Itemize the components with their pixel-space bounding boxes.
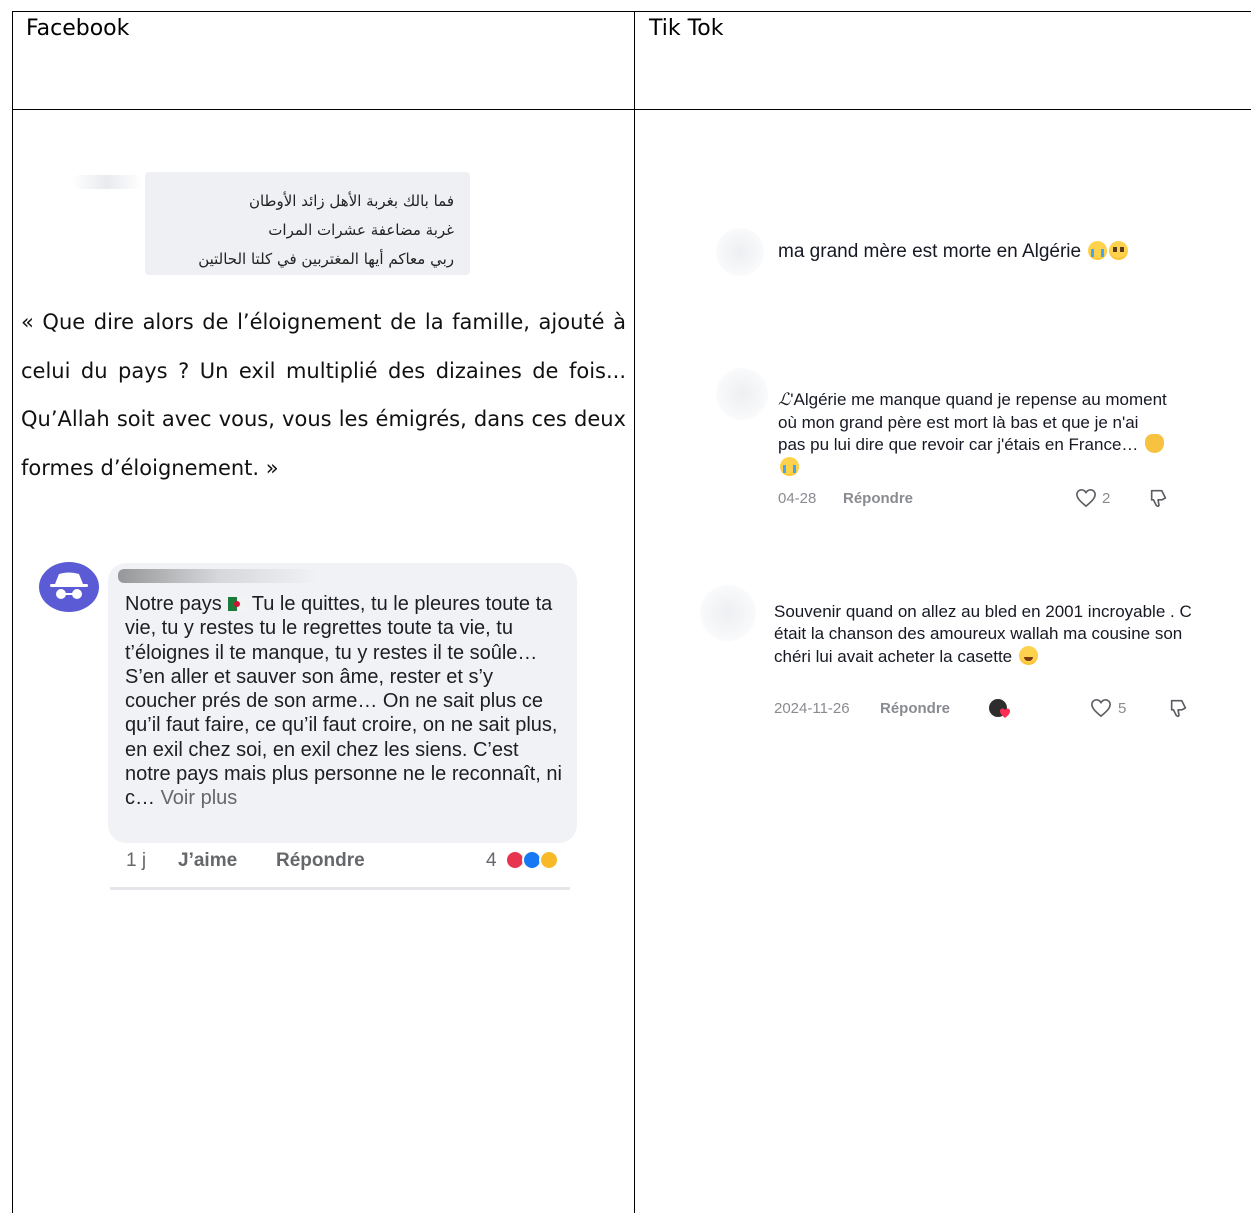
- arabic-comment-bubble: فما بالك بغربة الأهل زائد الأوطان غربة م…: [145, 172, 470, 275]
- tiktok-comment-2: ℒ'Algérie me manque quand je repense au …: [778, 389, 1168, 479]
- script-l-letter: ℒ: [778, 390, 791, 410]
- comment-divider: [110, 887, 570, 890]
- pleading-emoji-icon: [1109, 241, 1129, 260]
- comment-text-start: Notre pays: [125, 593, 222, 615]
- table-left-border: [12, 11, 13, 1213]
- like-button[interactable]: J’aime: [178, 850, 237, 872]
- crying-emoji-icon: [780, 456, 799, 476]
- algeria-flag-icon: [227, 597, 246, 611]
- reply-button[interactable]: Répondre: [276, 850, 365, 872]
- table-header-divider: [12, 109, 1251, 110]
- reaction-count: 4: [486, 850, 497, 871]
- tiktok-comment-2-reply-button[interactable]: Répondre: [843, 490, 913, 507]
- dislike-icon[interactable]: [1148, 487, 1170, 509]
- tiktok-comment-2-date: 04-28: [778, 490, 817, 507]
- facebook-comment-text: Notre pays Tu le quittes, tu le pleures t…: [125, 592, 565, 811]
- tiktok-comment-3-like-count: 5: [1118, 700, 1127, 717]
- laughing-emoji-icon: [1018, 645, 1038, 665]
- tiktok-comment-3-text: Souvenir quand on allez au bled en 2001 …: [774, 602, 1192, 666]
- heart-icon[interactable]: [1075, 488, 1097, 508]
- tiktok-comment-3-reply-button[interactable]: Répondre: [880, 700, 950, 717]
- arabic-comment-line-1: فما بالك بغربة الأهل زائد الأوطان: [248, 192, 454, 210]
- arabic-comment-line-3: ربي معاكم أيها المغتربين في كلتا الحالتي…: [198, 250, 454, 268]
- document-page: Facebook Tik Tok فما بالك بغربة الأهل زا…: [0, 0, 1251, 1213]
- anonymous-avatar[interactable]: [39, 562, 99, 612]
- blurred-commenter-name: [118, 569, 318, 583]
- comment-time: 1 j: [126, 850, 147, 871]
- blurred-commenter-name: [72, 175, 142, 189]
- heart-hands-emoji-icon: [1145, 434, 1165, 453]
- tiktok-comment-1-text: ma grand mère est morte en Algérie: [778, 241, 1082, 262]
- table-column-divider: [634, 11, 635, 1213]
- tiktok-comment-2-text: 'Algérie me manque quand je repense au m…: [778, 390, 1167, 454]
- blurred-avatar: [716, 228, 764, 276]
- blurred-avatar: [700, 585, 756, 641]
- dislike-icon[interactable]: [1168, 697, 1190, 719]
- french-translation: « Que dire alors de l’éloignement de la …: [21, 310, 626, 480]
- creator-liked-avatar-icon: [989, 699, 1010, 718]
- comment-text-rest: Tu le quittes, tu le pleures toute ta vi…: [125, 593, 562, 810]
- table-top-border: [12, 11, 1251, 12]
- blurred-avatar: [716, 368, 768, 420]
- heart-icon[interactable]: [1090, 698, 1112, 718]
- header-facebook: Facebook: [26, 16, 130, 41]
- tiktok-comment-1: ma grand mère est morte en Algérie: [778, 241, 1129, 263]
- arabic-comment-line-2: غربة مضاعفة عشرات المرات: [268, 221, 454, 239]
- facebook-comment-bubble: Notre pays Tu le quittes, tu le pleures t…: [108, 563, 577, 843]
- care-reaction-icon[interactable]: [539, 850, 559, 870]
- incognito-icon: [50, 572, 88, 599]
- header-tiktok: Tik Tok: [649, 16, 724, 41]
- tiktok-comment-3: Souvenir quand on allez au bled en 2001 …: [774, 601, 1194, 668]
- tiktok-comment-3-date: 2024-11-26: [774, 700, 850, 717]
- tiktok-comment-2-like-count: 2: [1102, 490, 1111, 507]
- see-more-link[interactable]: Voir plus: [161, 787, 238, 809]
- crying-emoji-icon: [1088, 241, 1108, 260]
